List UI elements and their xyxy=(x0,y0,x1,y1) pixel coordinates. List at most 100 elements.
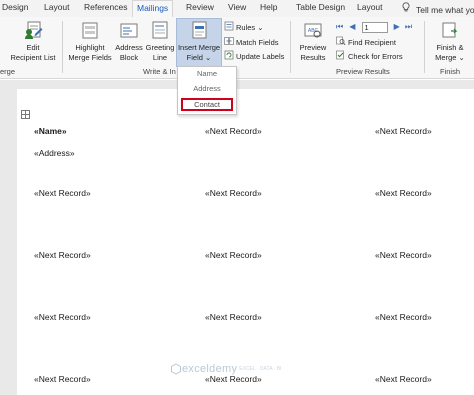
find-recipient-button[interactable]: Find Recipient xyxy=(336,36,396,48)
address-block-icon xyxy=(114,19,144,43)
highlight-merge-fields-button[interactable]: Highlight Merge Fields xyxy=(66,19,114,66)
highlight-line2: Merge Fields xyxy=(68,52,112,62)
tab-table-layout[interactable]: Layout xyxy=(357,2,383,12)
insert-merge-line2: Field xyxy=(186,52,203,62)
start-mail-merge-group-label: erge xyxy=(0,67,16,76)
edit-list-icon xyxy=(8,19,58,43)
insert-merge-line1: Insert Merge xyxy=(177,43,221,52)
merge-field-option-contact[interactable]: Contact xyxy=(181,98,233,111)
check-errors-icon xyxy=(336,50,346,64)
update-labels-icon xyxy=(224,50,234,64)
tab-help[interactable]: Help xyxy=(260,2,277,12)
tab-layout[interactable]: Layout xyxy=(44,2,70,12)
greeting-line-button[interactable]: Greeting Line xyxy=(144,19,176,66)
find-recipient-icon xyxy=(336,36,346,50)
merge-field-option-name[interactable]: Name xyxy=(178,68,236,80)
previous-record-icon[interactable]: ◀ xyxy=(349,22,355,31)
find-recipient-label: Find Recipient xyxy=(348,37,396,47)
next-record-field[interactable]: «Next Record» xyxy=(205,374,262,384)
tell-me-search[interactable]: Tell me what yo xyxy=(400,2,474,15)
next-record-field[interactable]: «Next Record» xyxy=(205,188,262,198)
update-labels-button[interactable]: Update Labels xyxy=(224,50,284,62)
next-record-field[interactable]: «Next Record» xyxy=(205,312,262,322)
watermark-sub: EXCEL · DATA · BI xyxy=(239,366,282,372)
group-separator xyxy=(290,21,291,73)
next-record-field[interactable]: «Next Record» xyxy=(375,188,432,198)
finish-merge-icon xyxy=(428,19,472,43)
rules-icon xyxy=(224,21,234,35)
match-fields-button[interactable]: Match Fields xyxy=(224,36,279,48)
address-block-line1: Address xyxy=(115,43,143,52)
next-record-field[interactable]: «Next Record» xyxy=(34,312,91,322)
chevron-down-icon: ⌄ xyxy=(257,22,264,32)
check-errors-label: Check for Errors xyxy=(348,51,403,61)
tab-design[interactable]: Design xyxy=(2,2,28,12)
match-fields-label: Match Fields xyxy=(236,37,279,47)
finish-merge-button[interactable]: Finish & Merge ⌄ xyxy=(428,19,472,66)
greeting-line-line1: Greeting xyxy=(145,43,175,52)
lightbulb-icon xyxy=(400,2,412,15)
insert-merge-field-icon xyxy=(177,19,221,43)
check-for-errors-button[interactable]: Check for Errors xyxy=(336,50,403,62)
address-block-button[interactable]: Address Block xyxy=(114,19,144,66)
exceldemy-watermark: exceldemy EXCEL · DATA · BI xyxy=(170,363,281,375)
preview-line2: Results xyxy=(300,52,326,62)
ribbon-tab-bar: Design Layout References Mailings Review… xyxy=(0,0,474,18)
finish-group-label: Finish xyxy=(440,67,461,76)
last-record-icon[interactable]: ⏭ xyxy=(405,22,412,31)
tab-mailings[interactable]: Mailings xyxy=(132,0,174,18)
insert-merge-field-button[interactable]: Insert Merge Field ⌄ xyxy=(176,18,222,67)
preview-results-group-label: Preview Results xyxy=(336,67,390,76)
insert-merge-line2-wrap: Field ⌄ xyxy=(177,52,221,63)
next-record-field[interactable]: «Next Record» xyxy=(375,126,432,136)
next-record-field[interactable]: «Next Record» xyxy=(205,250,262,260)
rules-label: Rules xyxy=(236,22,256,32)
chevron-down-icon: ⌄ xyxy=(458,52,465,62)
tab-table-design[interactable]: Table Design xyxy=(296,2,345,12)
document-page[interactable]: «Name» «Address» «Next Record» «Next Rec… xyxy=(17,89,474,395)
record-number-input[interactable]: 1 xyxy=(361,21,388,33)
tab-view[interactable]: View xyxy=(228,2,246,12)
first-record-icon[interactable]: ⏮ xyxy=(336,22,343,31)
greeting-line-icon xyxy=(144,19,176,43)
update-labels-label: Update Labels xyxy=(236,51,285,61)
group-separator xyxy=(424,21,425,73)
edit-recipient-line2: Recipient List xyxy=(10,52,56,62)
exceldemy-logo-icon xyxy=(171,363,181,375)
merge-field-dropdown: Name Address Contact xyxy=(177,66,237,115)
finish-line1: Finish & xyxy=(436,43,464,52)
highlight-line1: Highlight xyxy=(75,43,105,52)
finish-line2-wrap: Merge ⌄ xyxy=(428,52,472,63)
edit-recipient-list-button[interactable]: Edit Recipient List xyxy=(8,19,58,66)
chevron-down-icon: ⌄ xyxy=(205,52,212,62)
merge-field-option-address[interactable]: Address xyxy=(178,83,236,95)
preview-line1: Preview xyxy=(299,43,327,52)
next-record-field[interactable]: «Next Record» xyxy=(375,374,432,384)
edit-recipient-line1: Edit xyxy=(26,43,40,52)
address-block-line2: Block xyxy=(119,52,139,62)
merge-field-name[interactable]: «Name» xyxy=(34,126,67,136)
finish-line2: Merge xyxy=(435,52,457,62)
mailings-ribbon: Edit Recipient List erge Highlight Merge… xyxy=(0,17,474,79)
next-record-field[interactable]: «Next Record» xyxy=(205,126,262,136)
tell-me-label: Tell me what yo xyxy=(416,5,474,15)
table-move-handle-icon[interactable] xyxy=(21,110,30,119)
preview-results-icon: ABC xyxy=(294,19,332,43)
merge-field-address[interactable]: «Address» xyxy=(34,148,75,158)
watermark-name: exceldemy xyxy=(182,363,238,375)
write-insert-group-label: Write & In xyxy=(143,67,176,76)
next-record-field[interactable]: «Next Record» xyxy=(375,312,432,322)
next-record-icon[interactable]: ▶ xyxy=(394,22,400,31)
group-separator xyxy=(62,21,63,73)
next-record-field[interactable]: «Next Record» xyxy=(34,188,91,198)
tab-review[interactable]: Review xyxy=(186,2,214,12)
record-navigation: ⏮ ◀ 1 ▶ ⏭ xyxy=(336,21,412,33)
highlight-fields-icon xyxy=(66,19,114,43)
next-record-field[interactable]: «Next Record» xyxy=(375,250,432,260)
next-record-field[interactable]: «Next Record» xyxy=(34,374,91,384)
greeting-line-line2: Line xyxy=(152,52,168,62)
rules-button[interactable]: Rules ⌄ xyxy=(224,21,264,33)
preview-results-button[interactable]: ABC Preview Results xyxy=(294,19,332,66)
tab-references[interactable]: References xyxy=(84,2,127,12)
next-record-field[interactable]: «Next Record» xyxy=(34,250,91,260)
